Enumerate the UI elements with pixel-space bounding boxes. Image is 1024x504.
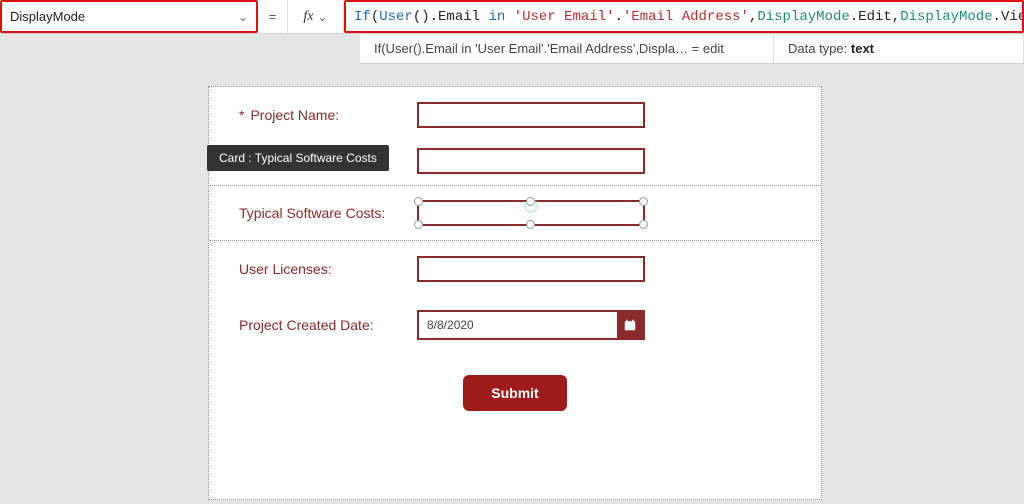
resize-handle[interactable] bbox=[639, 220, 648, 229]
input-project-name[interactable] bbox=[417, 102, 645, 128]
formula-token: . bbox=[615, 9, 623, 25]
formula-token: .View) bbox=[993, 9, 1024, 25]
formula-token: 'User Email' bbox=[514, 9, 615, 25]
property-selector[interactable]: DisplayMode ⌄ bbox=[0, 0, 258, 33]
formula-token bbox=[505, 9, 513, 25]
formula-bar: DisplayMode ⌄ = fx ⌄ If(User().Email in … bbox=[0, 0, 1024, 34]
field-row-project-name: * Project Name: bbox=[209, 87, 821, 143]
resize-handle[interactable] bbox=[526, 197, 535, 206]
canvas[interactable]: * Project Name: Card : Typical Software C… bbox=[0, 64, 1024, 504]
datatype-value: text bbox=[851, 41, 874, 56]
resize-handle[interactable] bbox=[639, 197, 648, 206]
field-row-extra: Card : Typical Software Costs bbox=[209, 143, 821, 179]
property-selector-value: DisplayMode bbox=[10, 9, 85, 24]
resize-handle[interactable] bbox=[414, 197, 423, 206]
formula-input[interactable]: If(User().Email in 'User Email'.'Email A… bbox=[344, 0, 1024, 33]
resize-handle[interactable] bbox=[526, 220, 535, 229]
form: * Project Name: Card : Typical Software C… bbox=[208, 86, 822, 500]
card-tooltip: Card : Typical Software Costs bbox=[207, 145, 389, 171]
formula-token: ( bbox=[371, 9, 379, 25]
equals-label: = bbox=[258, 0, 288, 33]
field-row-typical-costs[interactable]: Typical Software Costs: bbox=[209, 185, 821, 241]
card-tooltip-text: Card : Typical Software Costs bbox=[219, 151, 377, 165]
field-row-created-date: Project Created Date: bbox=[209, 297, 821, 353]
calendar-icon[interactable] bbox=[617, 312, 643, 338]
formula-token: ().Email bbox=[413, 9, 489, 25]
formula-datatype: Data type: text bbox=[774, 34, 1024, 63]
chevron-down-icon: ⌄ bbox=[238, 10, 248, 24]
formula-token: User bbox=[379, 9, 413, 25]
label-project-name: * Project Name: bbox=[239, 107, 417, 123]
formula-token: 'Email Address' bbox=[623, 9, 749, 25]
fx-button[interactable]: fx ⌄ bbox=[288, 0, 344, 33]
input-extra[interactable] bbox=[417, 148, 645, 174]
formula-token: in bbox=[488, 9, 505, 25]
label-user-licenses: User Licenses: bbox=[239, 261, 417, 277]
formula-token: DisplayMode bbox=[757, 9, 849, 25]
formula-token: If bbox=[354, 9, 371, 25]
label-project-name-text: Project Name: bbox=[250, 107, 339, 123]
resize-handle[interactable] bbox=[414, 220, 423, 229]
fx-label: fx bbox=[303, 9, 313, 25]
datatype-label: Data type: bbox=[788, 41, 847, 56]
input-typical-costs-selected[interactable] bbox=[417, 200, 645, 226]
formula-token: , bbox=[749, 9, 757, 25]
required-asterisk: * bbox=[239, 107, 244, 123]
input-created-date-text[interactable] bbox=[419, 312, 617, 338]
submit-row: Submit bbox=[209, 353, 821, 411]
chevron-down-icon: ⌄ bbox=[318, 10, 328, 24]
label-typical-costs: Typical Software Costs: bbox=[239, 205, 417, 221]
formula-infobar: If(User().Email in 'User Email'.'Email A… bbox=[360, 34, 1024, 64]
formula-summary: If(User().Email in 'User Email'.'Email A… bbox=[360, 34, 774, 63]
formula-token: DisplayMode bbox=[900, 9, 992, 25]
input-created-date[interactable] bbox=[417, 310, 645, 340]
label-created-date: Project Created Date: bbox=[239, 317, 417, 333]
formula-token: .Edit, bbox=[850, 9, 900, 25]
input-user-licenses[interactable] bbox=[417, 256, 645, 282]
field-row-user-licenses: User Licenses: bbox=[209, 241, 821, 297]
submit-button[interactable]: Submit bbox=[463, 375, 566, 411]
